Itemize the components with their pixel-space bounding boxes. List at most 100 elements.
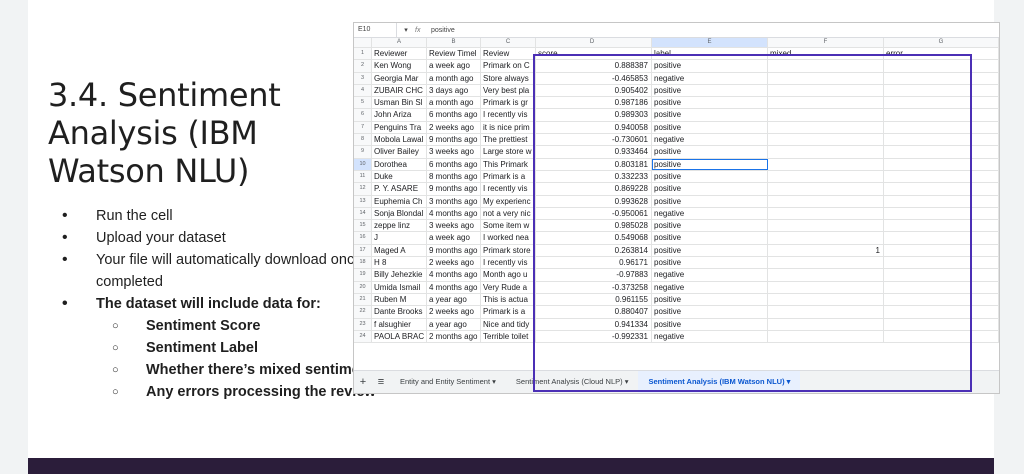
row-number[interactable]: 22 bbox=[354, 306, 372, 318]
table-cell[interactable] bbox=[884, 146, 999, 158]
table-cell[interactable] bbox=[768, 232, 884, 244]
table-cell[interactable] bbox=[884, 244, 999, 257]
table-cell[interactable]: positive bbox=[652, 244, 768, 257]
table-cell[interactable]: Georgia Mar bbox=[372, 72, 427, 84]
table-cell[interactable]: Billy Jehezkie bbox=[372, 269, 427, 281]
header-cell[interactable]: Review bbox=[481, 48, 536, 60]
table-cell[interactable]: negative bbox=[652, 207, 768, 220]
table-cell[interactable]: 0.985028 bbox=[536, 220, 652, 232]
table-cell[interactable]: ZUBAIR CHC bbox=[372, 84, 427, 97]
table-cell[interactable] bbox=[884, 183, 999, 195]
table-cell[interactable] bbox=[768, 220, 884, 232]
row-number[interactable]: 1 bbox=[354, 48, 372, 60]
header-cell[interactable]: score bbox=[536, 48, 652, 60]
active-cell[interactable]: positive bbox=[652, 158, 768, 170]
row-number[interactable]: 5 bbox=[354, 97, 372, 109]
row-number[interactable]: 24 bbox=[354, 330, 372, 343]
formula-input[interactable]: positive bbox=[429, 27, 455, 34]
table-cell[interactable] bbox=[884, 84, 999, 97]
table-cell[interactable] bbox=[768, 207, 884, 220]
table-cell[interactable]: 8 months ago bbox=[427, 170, 481, 183]
table-cell[interactable]: positive bbox=[652, 293, 768, 306]
table-cell[interactable]: 9 months ago bbox=[427, 183, 481, 195]
table-cell[interactable]: 4 months ago bbox=[427, 281, 481, 293]
table-cell[interactable]: Primark is a bbox=[481, 170, 536, 183]
table-cell[interactable]: not a very nic bbox=[481, 207, 536, 220]
row-number[interactable]: 17 bbox=[354, 244, 372, 257]
table-cell[interactable] bbox=[884, 306, 999, 318]
table-cell[interactable]: f alsughier bbox=[372, 318, 427, 330]
table-cell[interactable] bbox=[768, 170, 884, 183]
table-cell[interactable]: Duke bbox=[372, 170, 427, 183]
table-cell[interactable]: positive bbox=[652, 170, 768, 183]
table-cell[interactable] bbox=[884, 195, 999, 207]
row-number[interactable]: 4 bbox=[354, 84, 372, 97]
row-number[interactable]: 10 bbox=[354, 158, 372, 170]
table-cell[interactable]: Primark is a bbox=[481, 306, 536, 318]
table-cell[interactable]: -0.730601 bbox=[536, 134, 652, 146]
row-number[interactable]: 13 bbox=[354, 195, 372, 207]
table-cell[interactable]: Euphemia Ch bbox=[372, 195, 427, 207]
row-number[interactable]: 8 bbox=[354, 134, 372, 146]
table-cell[interactable] bbox=[768, 269, 884, 281]
table-cell[interactable] bbox=[884, 97, 999, 109]
table-cell[interactable] bbox=[768, 195, 884, 207]
table-cell[interactable] bbox=[884, 318, 999, 330]
column-header[interactable]: B bbox=[427, 38, 481, 47]
table-cell[interactable] bbox=[884, 158, 999, 170]
table-cell[interactable]: Primark is gr bbox=[481, 97, 536, 109]
table-cell[interactable] bbox=[768, 318, 884, 330]
table-cell[interactable] bbox=[884, 72, 999, 84]
table-cell[interactable] bbox=[884, 170, 999, 183]
table-cell[interactable]: 0.96171 bbox=[536, 257, 652, 269]
sheet-tab-active[interactable]: Sentiment Analysis (IBM Watson NLU) ▾ bbox=[638, 371, 801, 393]
table-cell[interactable]: positive bbox=[652, 220, 768, 232]
table-cell[interactable]: 3 weeks ago bbox=[427, 220, 481, 232]
table-cell[interactable]: John Ariza bbox=[372, 109, 427, 121]
table-cell[interactable]: 0.549068 bbox=[536, 232, 652, 244]
table-cell[interactable]: 0.905402 bbox=[536, 84, 652, 97]
column-header[interactable]: F bbox=[768, 38, 884, 47]
row-number[interactable]: 19 bbox=[354, 269, 372, 281]
table-cell[interactable] bbox=[768, 257, 884, 269]
table-cell[interactable] bbox=[768, 134, 884, 146]
table-cell[interactable]: Terrible toilet bbox=[481, 330, 536, 343]
table-cell[interactable]: a week ago bbox=[427, 60, 481, 72]
table-cell[interactable]: positive bbox=[652, 97, 768, 109]
table-cell[interactable]: a week ago bbox=[427, 232, 481, 244]
add-sheet-button[interactable]: + bbox=[354, 376, 372, 388]
table-cell[interactable]: Very Rude a bbox=[481, 281, 536, 293]
table-cell[interactable] bbox=[884, 232, 999, 244]
row-number[interactable]: 16 bbox=[354, 232, 372, 244]
table-cell[interactable]: Usman Bin Sl bbox=[372, 97, 427, 109]
table-cell[interactable]: negative bbox=[652, 134, 768, 146]
table-cell[interactable]: Store always bbox=[481, 72, 536, 84]
table-cell[interactable]: -0.465853 bbox=[536, 72, 652, 84]
table-cell[interactable] bbox=[768, 97, 884, 109]
row-number[interactable]: 15 bbox=[354, 220, 372, 232]
header-cell[interactable]: error bbox=[884, 48, 999, 60]
table-cell[interactable] bbox=[768, 281, 884, 293]
table-cell[interactable]: Ruben M bbox=[372, 293, 427, 306]
table-cell[interactable]: 0.869228 bbox=[536, 183, 652, 195]
table-cell[interactable]: positive bbox=[652, 306, 768, 318]
all-sheets-menu-icon[interactable]: ≡ bbox=[372, 376, 390, 388]
table-cell[interactable]: -0.373258 bbox=[536, 281, 652, 293]
row-number[interactable]: 12 bbox=[354, 183, 372, 195]
table-cell[interactable] bbox=[884, 281, 999, 293]
table-cell[interactable]: 3 days ago bbox=[427, 84, 481, 97]
table-cell[interactable]: positive bbox=[652, 318, 768, 330]
table-cell[interactable]: positive bbox=[652, 109, 768, 121]
table-cell[interactable]: H 8 bbox=[372, 257, 427, 269]
table-cell[interactable]: 0.332233 bbox=[536, 170, 652, 183]
row-number[interactable]: 11 bbox=[354, 170, 372, 183]
table-cell[interactable]: Some item w bbox=[481, 220, 536, 232]
table-cell[interactable]: Primark store bbox=[481, 244, 536, 257]
table-cell[interactable]: positive bbox=[652, 183, 768, 195]
table-cell[interactable]: 3 weeks ago bbox=[427, 146, 481, 158]
table-cell[interactable]: 6 months ago bbox=[427, 109, 481, 121]
table-cell[interactable]: 0.803181 bbox=[536, 158, 652, 170]
table-cell[interactable]: Dorothea bbox=[372, 158, 427, 170]
table-cell[interactable]: positive bbox=[652, 232, 768, 244]
table-cell[interactable]: a month ago bbox=[427, 97, 481, 109]
